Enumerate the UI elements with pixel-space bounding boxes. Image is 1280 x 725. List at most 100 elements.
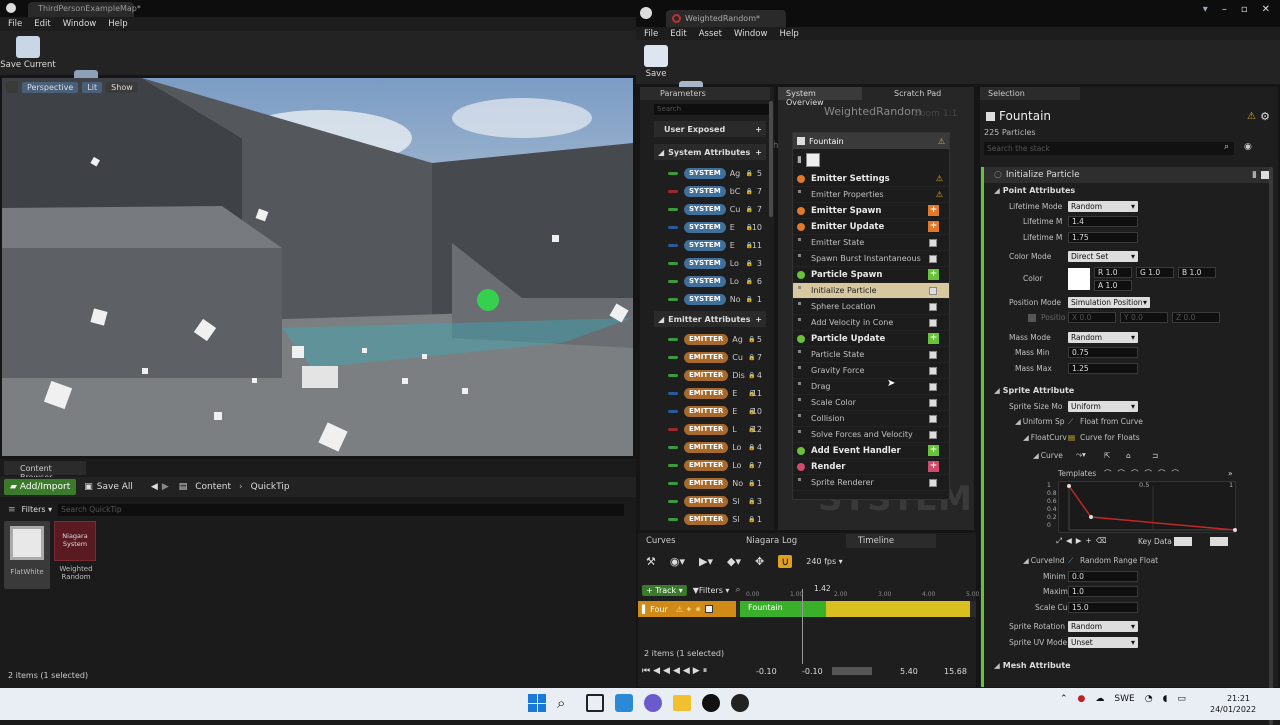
selected-checkbox[interactable] (986, 111, 995, 121)
parameter-row[interactable]: EMITTER Sl 🔒 1 (654, 510, 766, 528)
close-icon[interactable]: ✕ (1262, 4, 1270, 15)
asset-flatwhite[interactable]: FlatWhite (4, 521, 50, 589)
parameter-row[interactable]: SYSTEM Ag 🔒 5 (654, 164, 766, 182)
menu-file[interactable]: File (8, 19, 22, 29)
parameter-row[interactable]: SYSTEM Cu 🔒 7 (654, 200, 766, 218)
color-a-field[interactable]: A 1.0 (1094, 279, 1132, 291)
system-attributes-header[interactable]: ◢ System Attributes + (654, 144, 766, 160)
content-search-input[interactable]: Search QuickTip (58, 503, 625, 516)
curve-tool-icon[interactable]: ⤳▾ (1076, 450, 1086, 460)
lifetime-mode-select[interactable]: Random (1068, 200, 1138, 212)
curve-preset-icon[interactable]: ⊐ (1152, 451, 1158, 460)
enable-checkbox[interactable] (797, 137, 805, 145)
module-emitter-update[interactable]: Emitter Update + (793, 219, 949, 235)
viewport-menu-button[interactable] (6, 81, 18, 93)
search-icon[interactable]: ⌕ (735, 585, 740, 595)
user-exposed-header[interactable]: User Exposed + (654, 121, 766, 137)
parameter-row[interactable]: SYSTEM No 🔒 1 (654, 290, 766, 308)
module-enable-checkbox[interactable] (929, 303, 937, 311)
add-icon[interactable]: + (755, 315, 762, 324)
menu-edit[interactable]: Edit (670, 29, 686, 39)
track-checkbox[interactable] (705, 605, 714, 613)
tray-chevron-icon[interactable]: ⌃ (1060, 694, 1068, 704)
menu-file[interactable]: File (644, 29, 658, 39)
parameter-row[interactable]: EMITTER E 🔒 10 (654, 402, 766, 420)
minimum-field[interactable]: 0.0 (1068, 570, 1138, 582)
module-enable-checkbox[interactable] (929, 383, 937, 391)
module-sphere-location[interactable]: Sphere Location (793, 299, 949, 315)
delete-icon[interactable]: ▮ (1252, 170, 1257, 180)
parameters-scrollbar[interactable] (769, 101, 773, 217)
module-scale-color[interactable]: Scale Color (793, 395, 949, 411)
content-browser-tab[interactable]: Content Browser (4, 461, 86, 482)
module-gravity-force[interactable]: Gravity Force (793, 363, 949, 379)
curve-templates-icon[interactable]: ⌒⌒⌒⌒⌒⌒ (1104, 468, 1185, 479)
parameter-row[interactable]: SYSTEM bC 🔒 7 (654, 182, 766, 200)
minimize-icon[interactable]: – (1222, 4, 1227, 15)
module-enable-checkbox[interactable] (929, 255, 937, 263)
weightedrandom-tab[interactable]: WeightedRandom* (666, 10, 786, 27)
timeline-tab[interactable]: Timeline (846, 533, 936, 548)
fountain-section[interactable]: Fountain (740, 601, 826, 617)
fps-dropdown[interactable]: 240 fps ▾ (806, 557, 842, 566)
pos-y-field[interactable]: Y 0.0 (1120, 312, 1168, 323)
module-enable-checkbox[interactable] (929, 351, 937, 359)
module-particle-spawn[interactable]: Particle Spawn + (793, 267, 949, 283)
wifi-icon[interactable]: ◔ (1145, 694, 1153, 704)
save-all-button[interactable]: ▣ Save All (84, 482, 133, 492)
lit-button[interactable]: Lit (82, 81, 103, 93)
lifetime-max-field[interactable]: 1.75 (1068, 231, 1138, 243)
unreal-engine-2-icon[interactable] (731, 694, 749, 712)
filters-dropdown[interactable]: Filters ▾ (22, 505, 53, 514)
sprite-uv-select[interactable]: Unset (1068, 636, 1138, 648)
menu-help[interactable]: Help (108, 19, 127, 29)
module-enable-checkbox[interactable] (929, 479, 937, 487)
menu-asset[interactable]: Asset (699, 29, 722, 39)
module-enable-checkbox[interactable] (929, 399, 937, 407)
module-particle-state[interactable]: Particle State (793, 347, 949, 363)
parameter-row[interactable]: EMITTER Dis 🔒 4 (654, 366, 766, 384)
module-enable-checkbox[interactable] (929, 367, 937, 375)
module-spawn-burst-instantaneous[interactable]: Spawn Burst Instantaneous (793, 251, 949, 267)
task-view-icon[interactable] (586, 694, 604, 712)
path-quicktip[interactable]: QuickTip (251, 482, 290, 492)
enable-checkbox[interactable] (1261, 171, 1269, 179)
parameter-row[interactable]: EMITTER Ag 🔒 5 (654, 330, 766, 348)
track-row[interactable]: ▌ Four ⚠ ✦ ✷ Fountain (638, 589, 976, 664)
clock[interactable]: 21:21 24/01/2022 (1210, 693, 1256, 715)
parameter-row[interactable]: EMITTER Sl 🔒 3 (654, 492, 766, 510)
initialize-particle-header[interactable]: ○ Initialize Particle ▮ (984, 167, 1271, 183)
pos-x-field[interactable]: X 0.0 (1068, 312, 1116, 323)
parameters-search-input[interactable]: Search (654, 104, 770, 115)
save-current-button[interactable]: Save Current (0, 34, 58, 70)
asset-weighted-random[interactable]: Niagara System Weighted Random (54, 521, 98, 589)
add-module-icon[interactable]: + (928, 221, 939, 232)
open-curve-icon[interactable]: ⇱ (1104, 451, 1110, 460)
color-swatch[interactable] (1068, 267, 1090, 290)
start-button-icon[interactable] (528, 694, 546, 712)
playhead-line[interactable] (802, 589, 803, 664)
parameter-row[interactable]: SYSTEM E 🔒 11 (654, 236, 766, 254)
emitter-header[interactable]: Fountain ⚠ (793, 133, 949, 149)
module-drag[interactable]: Drag (793, 379, 949, 395)
save-button[interactable]: Save (626, 43, 686, 79)
point-attributes-header[interactable]: ◢ Point Attributes (984, 183, 1271, 199)
module-solve-forces-and-velocity[interactable]: Solve Forces and Velocity (793, 427, 949, 443)
module-add-velocity-in-cone[interactable]: Add Velocity in Cone (793, 315, 949, 331)
range-scrollbar[interactable] (832, 667, 872, 675)
add-import-button[interactable]: ▰ Add/Import (4, 479, 77, 495)
add-module-icon[interactable]: + (928, 205, 939, 216)
color-r-field[interactable]: R 1.0 (1094, 266, 1132, 278)
parameter-row[interactable]: SYSTEM E 🔒 10 (654, 218, 766, 236)
color-mode-select[interactable]: Direct Set (1068, 251, 1138, 262)
module-emitter-state[interactable]: Emitter State (793, 235, 949, 251)
add-module-icon[interactable]: + (928, 445, 939, 456)
map-tab[interactable]: ThirdPersonExampleMap* (28, 2, 141, 17)
add-module-icon[interactable]: + (928, 269, 939, 280)
module-enable-checkbox[interactable] (929, 431, 937, 439)
view-icon[interactable]: ◉▾ (670, 555, 685, 568)
transport-buttons[interactable]: ⏮◀◀◀◀▶⏸ (642, 666, 710, 676)
module-add-event-handler[interactable]: Add Event Handler + (793, 443, 949, 459)
scale-cu-field[interactable]: 15.0 (1068, 601, 1138, 613)
magnet-icon[interactable]: ∪ (778, 554, 793, 568)
